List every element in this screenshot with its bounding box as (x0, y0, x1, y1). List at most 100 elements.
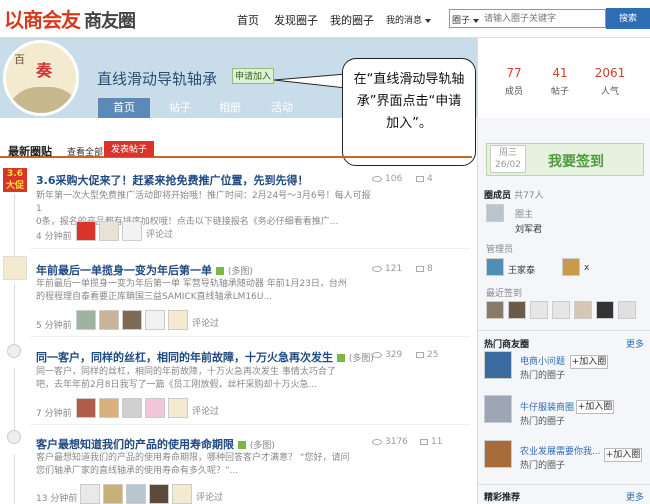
commenter-avatar[interactable] (99, 398, 119, 418)
comment-icon (420, 438, 428, 445)
tab-posts[interactable]: 帖子 (160, 98, 200, 118)
nav-home[interactable]: 首页 (237, 12, 259, 28)
members-title: 圈成员 共77人 (484, 188, 544, 201)
nav-discover-groups[interactable]: 发现圈子 (274, 12, 318, 28)
commenter-avatar[interactable] (145, 310, 165, 330)
recent-avatar[interactable] (552, 301, 570, 319)
nav-my-messages[interactable]: 我的消息 (386, 13, 432, 26)
hot-group-sub: 热门的圈子 (520, 371, 566, 381)
commenter-avatar[interactable] (99, 310, 119, 330)
commenter-avatar[interactable] (168, 310, 188, 330)
owner-name[interactable]: 刘军君 (515, 222, 542, 235)
commenter-avatar[interactable] (168, 398, 188, 418)
join-hot-group-button[interactable]: +加入圈 (576, 400, 614, 414)
tab-events[interactable]: 活动 (262, 98, 302, 118)
hot-group-name[interactable]: 牛仔服装商圈 (520, 400, 574, 413)
nav-my-groups[interactable]: 我的圈子 (330, 12, 374, 28)
stat-posts-value: 41 (552, 66, 568, 80)
site-logo[interactable]: 以商会友 商友圈 (4, 4, 136, 32)
admin-avatar[interactable] (562, 258, 580, 276)
commenter-avatar[interactable] (126, 484, 146, 504)
sign-date-value: 26/02 (495, 160, 521, 170)
sidebar-divider (477, 484, 650, 485)
recent-avatar[interactable] (618, 301, 636, 319)
commenter-avatar[interactable] (122, 221, 142, 241)
chevron-down-icon (473, 18, 480, 23)
members-count: 共77人 (514, 191, 544, 201)
timeline-dot-icon (7, 430, 21, 444)
search-input[interactable] (484, 11, 604, 26)
post-views-2: 121 (372, 264, 402, 274)
post-excerpt-line: 的程程理自泰看要正库聃国三益SAMICK直线轴承LM16U... (36, 292, 273, 302)
recent-avatar[interactable] (486, 301, 504, 319)
post-views-value: 121 (385, 264, 403, 274)
commenter-avatar[interactable] (103, 484, 123, 504)
hot-group-thumbnail[interactable] (484, 351, 512, 379)
post-excerpt-line: 同一客户，同样的丝杠，相同的年前故障，十万火急再次发生 事情太巧合了 (36, 367, 336, 377)
stat-popularity-label: 人气 (600, 87, 619, 97)
commenter-avatar[interactable] (76, 398, 96, 418)
hot-groups-more-link[interactable]: 更多 (626, 337, 644, 350)
group-title: 直线滑动导轨轴承 (97, 70, 218, 88)
commenter-avatar[interactable] (122, 398, 142, 418)
tab-album[interactable]: 相册 (210, 98, 250, 118)
post-excerpt-line: 您们轴承厂家的直线轴承的使用寿命有多久呢？”... (36, 466, 239, 476)
recommend-more-link[interactable]: 更多 (626, 490, 644, 503)
commenter-avatar[interactable] (122, 310, 142, 330)
join-hot-group-button[interactable]: +加入圈 (604, 448, 642, 462)
stat-posts-label: 帖子 (550, 87, 569, 97)
tab-home[interactable]: 首页 (98, 98, 150, 118)
post-time-3: 7 分钟前 (36, 409, 72, 419)
post-comments-4: 11 (420, 437, 442, 447)
recent-avatar[interactable] (574, 301, 592, 319)
group-avatar-icon (3, 256, 27, 280)
commenter-avatar[interactable] (80, 484, 100, 504)
recent-avatar[interactable] (596, 301, 614, 319)
post-title-2[interactable]: 年前最后一单揽身一变为年后第一单 (多图) (36, 262, 253, 278)
post-views-3: 329 (372, 350, 402, 360)
post-divider (30, 424, 470, 425)
post-title-text: 年前最后一单揽身一变为年后第一单 (36, 264, 212, 277)
hot-group-name[interactable]: 农业发展需要你我... (520, 444, 601, 457)
post-excerpt-line: 新年第一次大型免费推广活动即将开始哦！推广时间：2月24号～3月6号！每人可报1 (36, 191, 371, 214)
search-category-select[interactable]: 圈子 (452, 13, 480, 26)
admin-name[interactable]: x (584, 263, 589, 273)
commenter-avatar[interactable] (76, 221, 96, 241)
chevron-down-icon (425, 18, 432, 23)
post-excerpt-4: 客户最想知道我们的产品的使用寿命期限，哪种回答客户才满意？ “您好，请问 您们轴… (36, 452, 371, 478)
timeline-line (14, 454, 15, 504)
search-button[interactable]: 搜索 (606, 8, 650, 29)
commented-label: 评论过 (146, 230, 174, 240)
commenter-avatar[interactable] (99, 221, 119, 241)
sign-day: 周三 (498, 148, 517, 158)
post-comments-value: 25 (427, 350, 439, 360)
post-title-4[interactable]: 客户最想知道我们的产品的使用寿命期限 (多图) (36, 436, 275, 452)
recent-avatar[interactable] (508, 301, 526, 319)
stat-popularity-value: 2061 (594, 66, 626, 80)
apply-join-button[interactable]: 申请加入 (232, 68, 274, 84)
hot-group-name[interactable]: 电商小问题 (520, 354, 565, 367)
admin-avatar[interactable] (486, 258, 504, 276)
post-title-text: 同一客户，同样的丝杠，相同的年前故障，十万火急再次发生 (36, 351, 333, 364)
post-comments-value: 11 (431, 437, 443, 447)
post-excerpt-line: 客户最想知道我们的产品的使用寿命期限，哪种回答客户才满意？ “您好，请问 (36, 453, 350, 463)
eye-icon (372, 438, 382, 445)
new-post-button[interactable]: 发表帖子 (104, 141, 154, 157)
hot-group-thumbnail[interactable] (484, 440, 512, 468)
image-icon (216, 267, 224, 275)
owner-avatar[interactable] (486, 204, 504, 222)
admin-name[interactable]: 王家泰 (508, 263, 535, 276)
view-all-link[interactable]: 查看全部 (67, 145, 103, 158)
commenter-avatar[interactable] (172, 484, 192, 504)
commenter-avatar[interactable] (145, 398, 165, 418)
join-hot-group-button[interactable]: +加入圈 (570, 355, 608, 369)
sign-in-button[interactable]: 我要签到 (548, 151, 604, 171)
post-excerpt-2: 年前最后一单揽身一变为年后第一单 军营导轨轴承随动器 年前1月23日，台州 的程… (36, 278, 371, 304)
recent-avatar[interactable] (530, 301, 548, 319)
hot-group-thumbnail[interactable] (484, 395, 512, 423)
post-title-3[interactable]: 同一客户，同样的丝杠，相同的年前故障，十万火急再次发生 (多图) (36, 349, 374, 365)
commenter-avatar[interactable] (76, 310, 96, 330)
stat-members-label: 成员 (504, 87, 523, 97)
post-title-1[interactable]: 3.6采购大促来了！赶紧来抢免费推广位置，先到先得！ (36, 172, 309, 188)
commenter-avatar[interactable] (149, 484, 169, 504)
